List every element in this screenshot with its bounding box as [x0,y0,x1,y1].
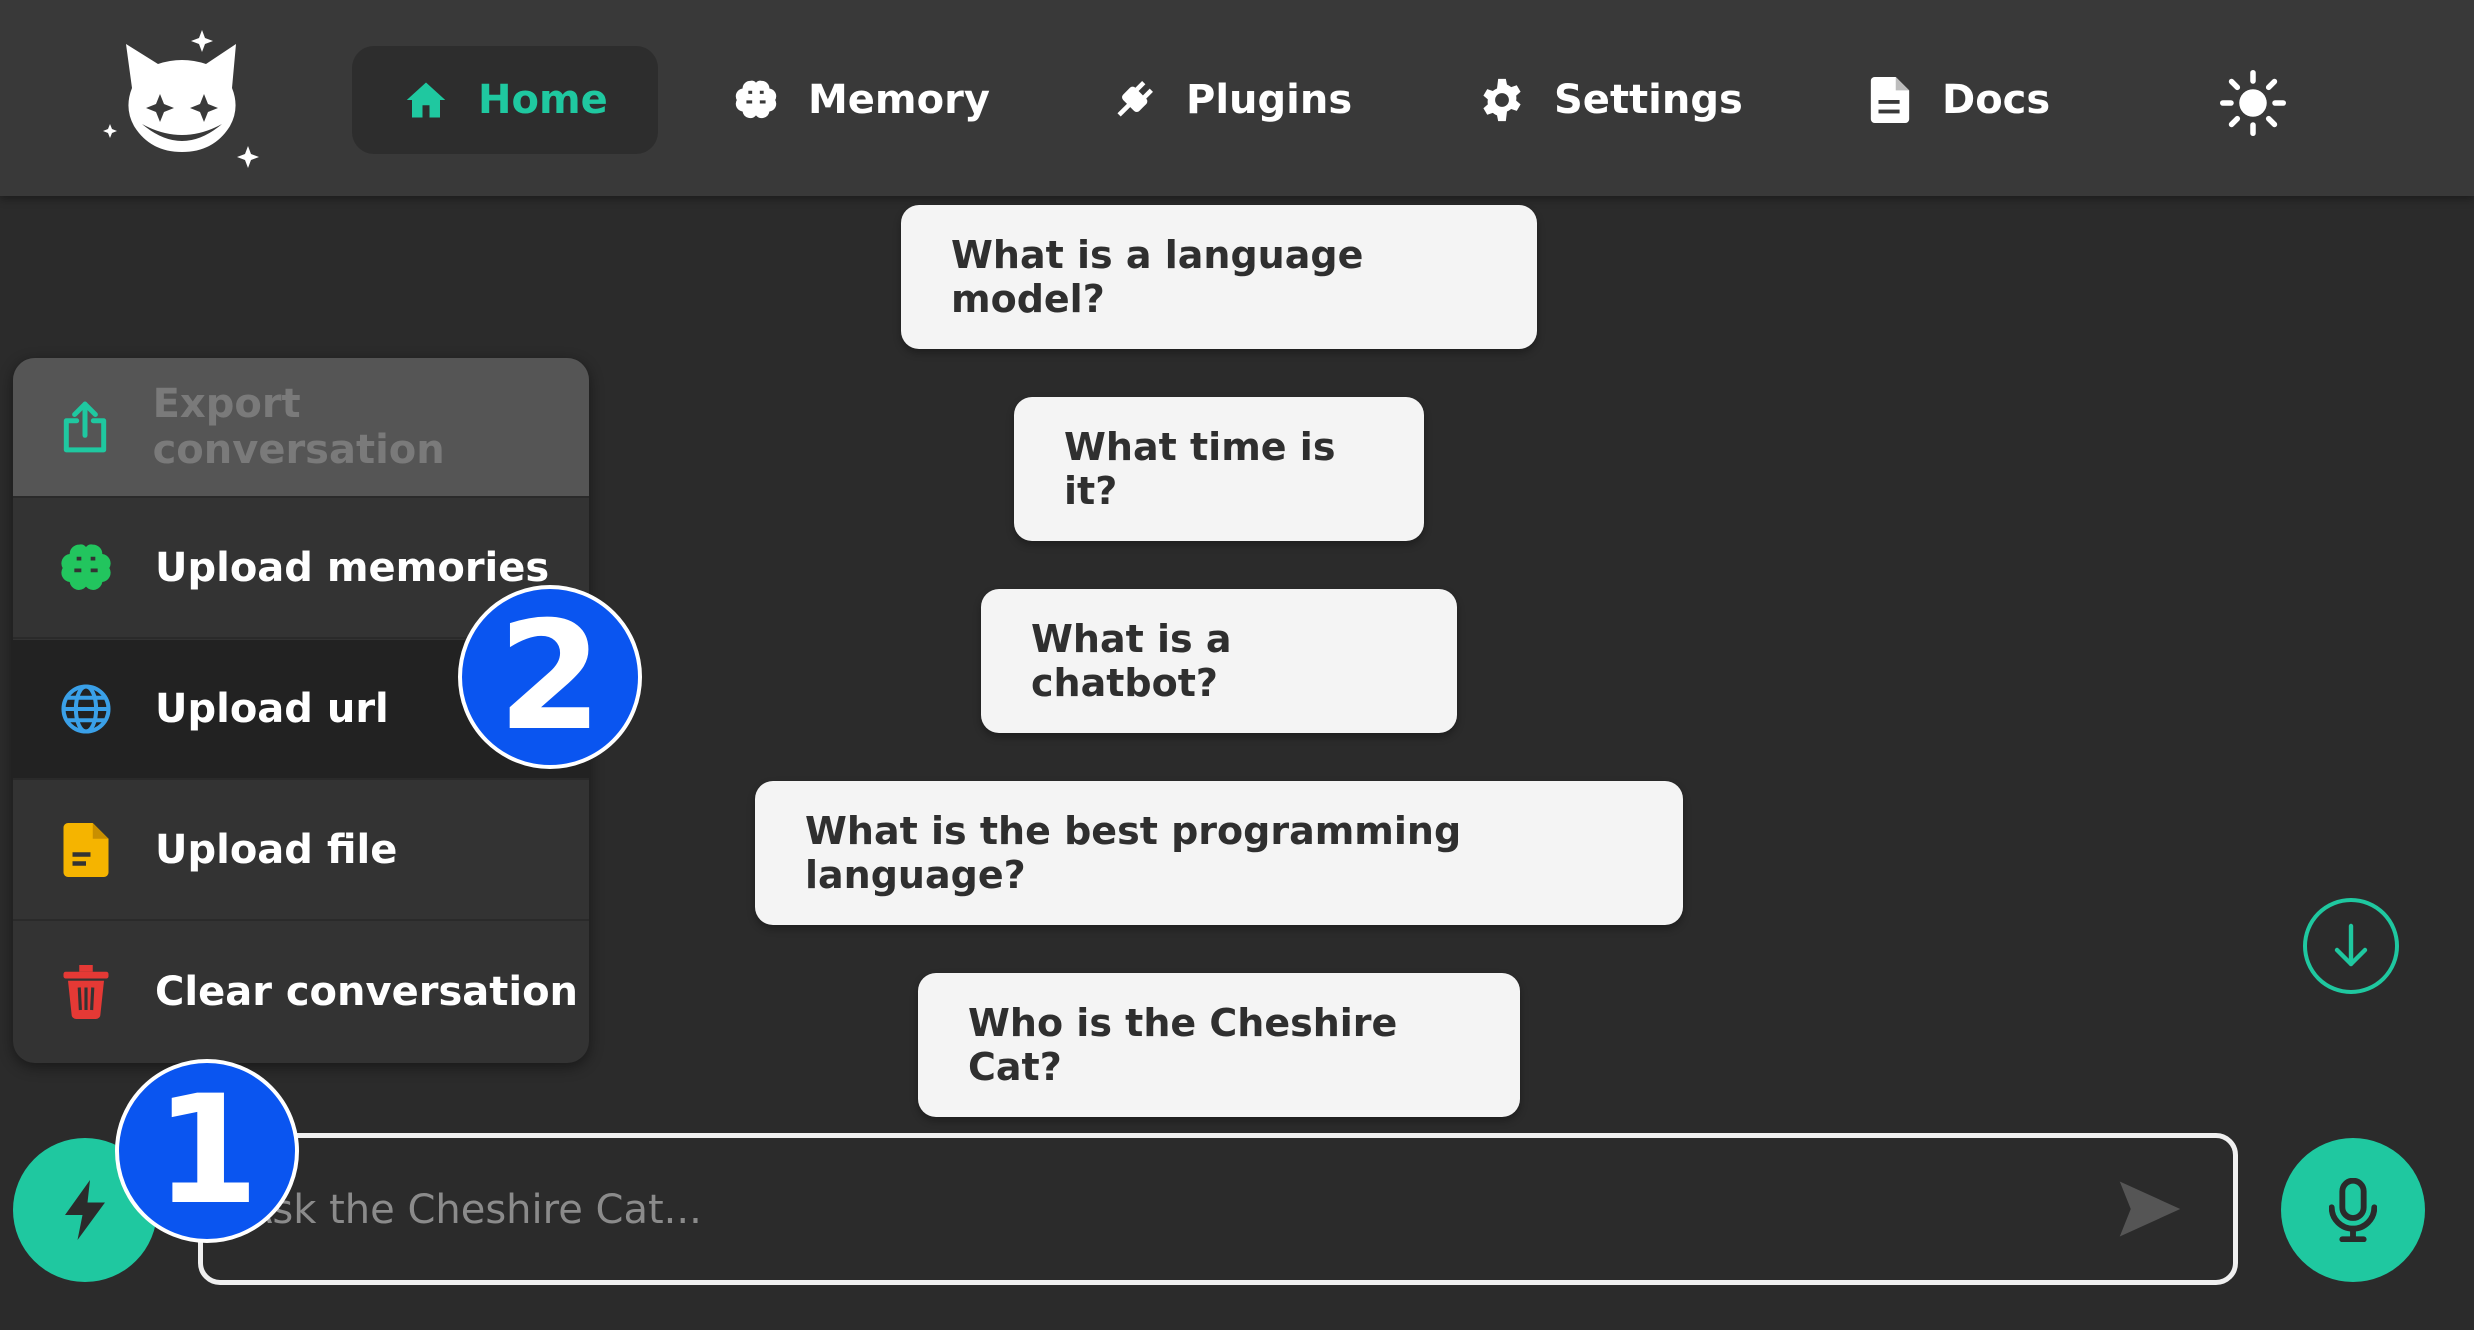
nav-docs[interactable]: Docs [1866,46,2050,154]
arrow-down-icon [2334,923,2368,967]
chat-input-box [198,1133,2238,1285]
navbar: Home Memory Plugins Settings Docs [0,0,2474,196]
sun-icon[interactable] [2220,70,2286,136]
brain-icon [732,76,780,124]
chat-input[interactable] [243,1138,2107,1282]
menu-item-label: Export conversation [152,381,445,473]
export-icon [55,396,115,458]
menu-item-export-conversation[interactable]: Export conversation [13,358,589,498]
nav-plugins[interactable]: Plugins [1110,46,1352,154]
nav-memory-label: Memory [808,77,990,123]
document-icon [1866,76,1914,124]
cheshire-cat-logo[interactable] [102,28,262,176]
menu-item-label: Upload memories [155,545,550,591]
menu-item-label: Upload file [155,827,398,873]
send-icon[interactable] [2117,1176,2183,1242]
brain-icon [55,537,117,599]
menu-item-upload-file[interactable]: Upload file [13,781,589,921]
nav-home[interactable]: Home [352,46,658,154]
nav-home-label: Home [478,77,608,123]
menu-item-label: Upload url [155,686,389,732]
home-icon [402,76,450,124]
file-icon [55,819,117,881]
nav-memory[interactable]: Memory [732,46,990,154]
microphone-icon [2329,1178,2377,1242]
lightning-icon [65,1180,105,1240]
menu-item-clear-conversation[interactable]: Clear conversation [13,922,589,1062]
step-marker-2: 2 [458,585,642,769]
suggestion-chip[interactable]: What is the best programming language? [755,781,1683,925]
nav-settings-label: Settings [1554,77,1743,123]
suggestion-chip[interactable]: Who is the Cheshire Cat? [918,973,1520,1117]
suggestion-chip[interactable]: What time is it? [1014,397,1424,541]
nav-settings[interactable]: Settings [1478,46,1743,154]
voice-input-button[interactable] [2281,1138,2425,1282]
scroll-to-bottom-button[interactable] [2303,898,2399,994]
suggestion-chip[interactable]: What is a language model? [901,205,1537,349]
suggestion-chip[interactable]: What is a chatbot? [981,589,1457,733]
gear-icon [1478,76,1526,124]
step-marker-1: 1 [115,1059,299,1243]
menu-item-label: Clear conversation [155,969,579,1015]
trash-icon [55,961,117,1023]
globe-icon [55,678,117,740]
nav-plugins-label: Plugins [1186,77,1353,123]
nav-docs-label: Docs [1942,77,2051,123]
plug-icon [1110,76,1158,124]
